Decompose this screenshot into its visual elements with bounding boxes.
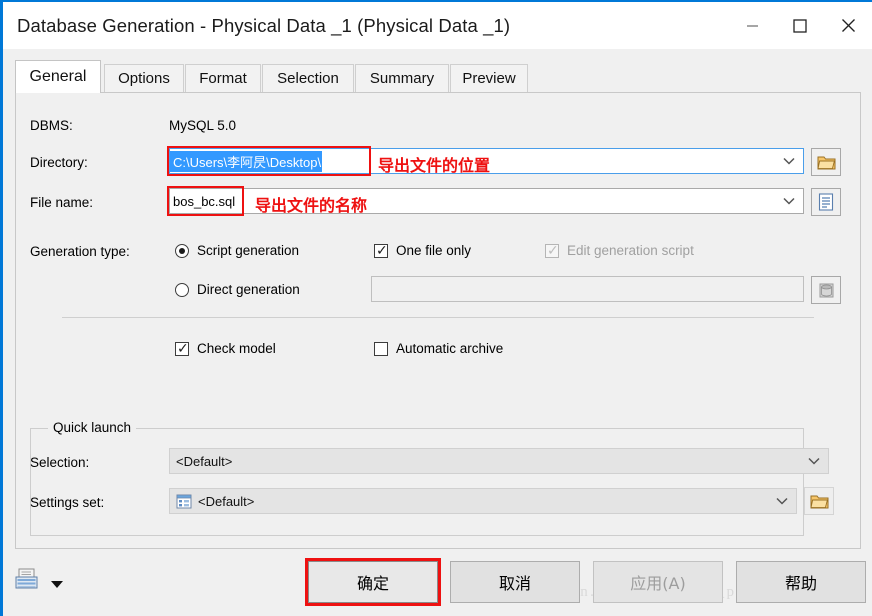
help-button[interactable]: 帮助 xyxy=(736,561,866,603)
edit-generation-script-label: Edit generation script xyxy=(567,243,694,258)
check-mark-icon: ✓ xyxy=(376,242,388,258)
tab-selection[interactable]: Selection xyxy=(262,64,354,92)
close-icon xyxy=(841,19,855,32)
tab-format[interactable]: Format xyxy=(185,64,261,92)
direct-generation-label: Direct generation xyxy=(197,282,300,297)
database-icon xyxy=(819,283,833,297)
tab-summary[interactable]: Summary xyxy=(355,64,449,92)
settings-set-value: <Default> xyxy=(198,493,255,509)
chevron-down-icon[interactable] xyxy=(781,149,797,173)
direct-connection-button xyxy=(811,276,841,304)
settings-set-label: Settings set: xyxy=(30,495,105,510)
automatic-archive-label: Automatic archive xyxy=(396,341,504,356)
chevron-down-icon[interactable] xyxy=(776,489,788,513)
title-bar: Database Generation - Physical Data _1 (… xyxy=(3,2,872,49)
directory-browse-button[interactable] xyxy=(811,148,841,176)
tab-label: Preview xyxy=(462,70,516,87)
filename-value: bos_bc.sql xyxy=(173,193,236,209)
checkbox-one-file-only[interactable]: ✓ xyxy=(374,242,388,258)
chevron-down-icon[interactable] xyxy=(808,449,820,473)
apply-button: 应用(A) xyxy=(593,561,723,603)
minimize-icon xyxy=(746,25,758,27)
close-button[interactable] xyxy=(824,2,872,49)
selection-value: <Default> xyxy=(176,453,233,469)
script-generation-label: Script generation xyxy=(197,243,300,258)
cancel-button[interactable]: 取消 xyxy=(450,561,580,603)
tab-strip: General Options Format Selection Summary… xyxy=(15,60,860,93)
check-mark-icon: ✓ xyxy=(177,340,189,356)
section-separator xyxy=(62,317,814,318)
tab-label: Selection xyxy=(277,70,339,87)
database-generation-dialog: Database Generation - Physical Data _1 (… xyxy=(0,0,872,616)
folder-icon xyxy=(816,156,835,169)
directory-annotation: 导出文件的位置 xyxy=(378,156,491,175)
filename-annotation: 导出文件的名称 xyxy=(255,196,368,215)
quick-launch-group xyxy=(30,428,804,536)
dbms-value: MySQL 5.0 xyxy=(169,118,237,133)
check-mark-icon: ✓ xyxy=(547,242,559,258)
maximize-button[interactable] xyxy=(776,2,824,49)
one-file-only-label: One file only xyxy=(396,243,472,258)
filename-label: File name: xyxy=(30,195,94,210)
radio-direct-generation[interactable] xyxy=(175,283,189,297)
minimize-button[interactable] xyxy=(728,2,776,49)
radio-dot xyxy=(179,248,185,254)
tab-label: Summary xyxy=(369,70,435,87)
ok-button[interactable]: 确定 xyxy=(306,559,440,605)
tab-preview[interactable]: Preview xyxy=(450,64,528,92)
directory-label: Directory: xyxy=(30,155,88,170)
settings-set-icon xyxy=(176,494,192,509)
dbms-label: DBMS: xyxy=(30,118,73,133)
window-title: Database Generation - Physical Data _1 (… xyxy=(17,14,511,36)
folder-icon xyxy=(809,495,828,508)
general-tab-panel: DBMS: MySQL 5.0 Directory: C:\Users\李阿昃\… xyxy=(15,92,861,549)
directory-value: C:\Users\李阿昃\Desktop\ xyxy=(170,150,323,172)
document-icon xyxy=(818,193,834,211)
selection-field[interactable]: <Default> xyxy=(169,448,829,474)
chevron-down-icon[interactable] xyxy=(781,189,797,213)
tab-label: Options xyxy=(118,70,170,87)
radio-script-generation[interactable] xyxy=(175,244,189,258)
quick-launch-title: Quick launch xyxy=(48,420,137,435)
check-model-label: Check model xyxy=(197,341,276,356)
selection-label: Selection: xyxy=(30,455,90,470)
direct-connection-field[interactable] xyxy=(371,276,804,302)
report-print-button[interactable] xyxy=(15,567,41,596)
settings-set-browse-button[interactable] xyxy=(804,487,834,515)
maximize-icon xyxy=(793,18,807,33)
print-options-dropdown[interactable] xyxy=(50,577,64,592)
filename-browse-button[interactable] xyxy=(811,188,841,216)
settings-set-field[interactable]: <Default> xyxy=(169,488,797,514)
checkbox-edit-generation-script: ✓ xyxy=(545,242,559,258)
tab-label: General xyxy=(29,68,87,85)
checkbox-check-model[interactable]: ✓ xyxy=(175,340,189,356)
tab-general[interactable]: General xyxy=(15,60,101,93)
print-icon xyxy=(15,568,38,589)
chevron-down-icon xyxy=(51,581,63,588)
checkbox-automatic-archive[interactable] xyxy=(374,342,388,356)
generation-type-label: Generation type: xyxy=(30,244,130,259)
tab-label: Format xyxy=(199,70,247,87)
direct-connection-value xyxy=(372,277,377,292)
tab-options[interactable]: Options xyxy=(104,64,184,92)
caption-button-group xyxy=(728,2,872,49)
